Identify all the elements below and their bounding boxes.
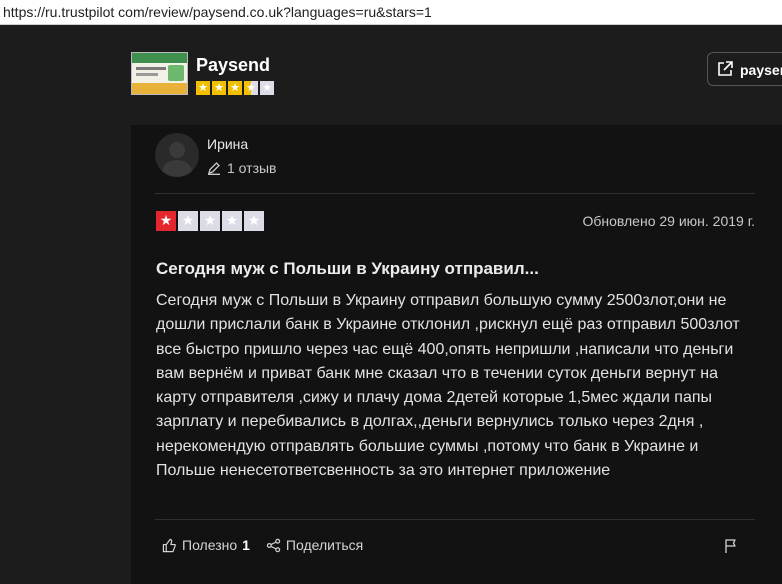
review-title[interactable]: Сегодня муж с Польши в Украину отправил.… — [156, 259, 539, 279]
visit-website-button[interactable]: paysend — [707, 52, 782, 86]
visit-website-label: paysend — [740, 62, 782, 78]
star-icon: ★ — [212, 81, 226, 95]
share-icon — [266, 538, 281, 552]
thumbs-up-icon — [162, 538, 176, 552]
star-icon: ★ — [156, 211, 176, 231]
review-date: Обновлено 29 июн. 2019 г. — [582, 213, 755, 229]
company-header: Paysend ★ ★ ★ ★ ★ paysend — [0, 25, 782, 125]
star-icon: ★ — [196, 81, 210, 95]
pencil-icon — [208, 162, 220, 175]
review-actions: Полезно 1 Поделиться — [162, 537, 379, 553]
reviewer-review-count: 1 отзыв — [207, 160, 277, 176]
flag-icon[interactable] — [723, 538, 739, 554]
external-link-icon — [718, 61, 733, 76]
company-logo[interactable] — [131, 52, 188, 95]
star-icon: ★ — [178, 211, 198, 231]
share-label: Поделиться — [285, 537, 364, 553]
star-icon: ★ — [200, 211, 220, 231]
avatar-icon[interactable] — [155, 133, 199, 177]
share-button[interactable]: Поделиться — [266, 537, 363, 553]
useful-label: Полезно — [182, 537, 238, 553]
divider — [155, 519, 755, 520]
divider — [155, 193, 755, 194]
star-icon: ★ — [244, 81, 258, 95]
review-count-label: 1 отзыв — [227, 160, 277, 176]
company-name[interactable]: Paysend — [196, 55, 270, 76]
star-icon: ★ — [244, 211, 264, 231]
review-card: Ирина 1 отзыв ★ ★ ★ ★ ★ Обновлено 29 июн… — [131, 125, 782, 584]
reviewer-name[interactable]: Ирина — [207, 136, 248, 152]
star-icon: ★ — [260, 81, 274, 95]
address-bar-url: https://ru.trustpilot com/review/paysend… — [3, 4, 432, 20]
review-rating: ★ ★ ★ ★ ★ — [156, 211, 264, 231]
useful-count: 1 — [242, 537, 250, 553]
star-icon: ★ — [228, 81, 242, 95]
address-bar[interactable]: https://ru.trustpilot com/review/paysend… — [0, 0, 782, 25]
company-rating: ★ ★ ★ ★ ★ — [196, 81, 274, 95]
review-body: Сегодня муж с Польши в Украину отправил … — [156, 292, 740, 480]
useful-button[interactable]: Полезно 1 — [162, 537, 250, 553]
star-icon: ★ — [222, 211, 242, 231]
